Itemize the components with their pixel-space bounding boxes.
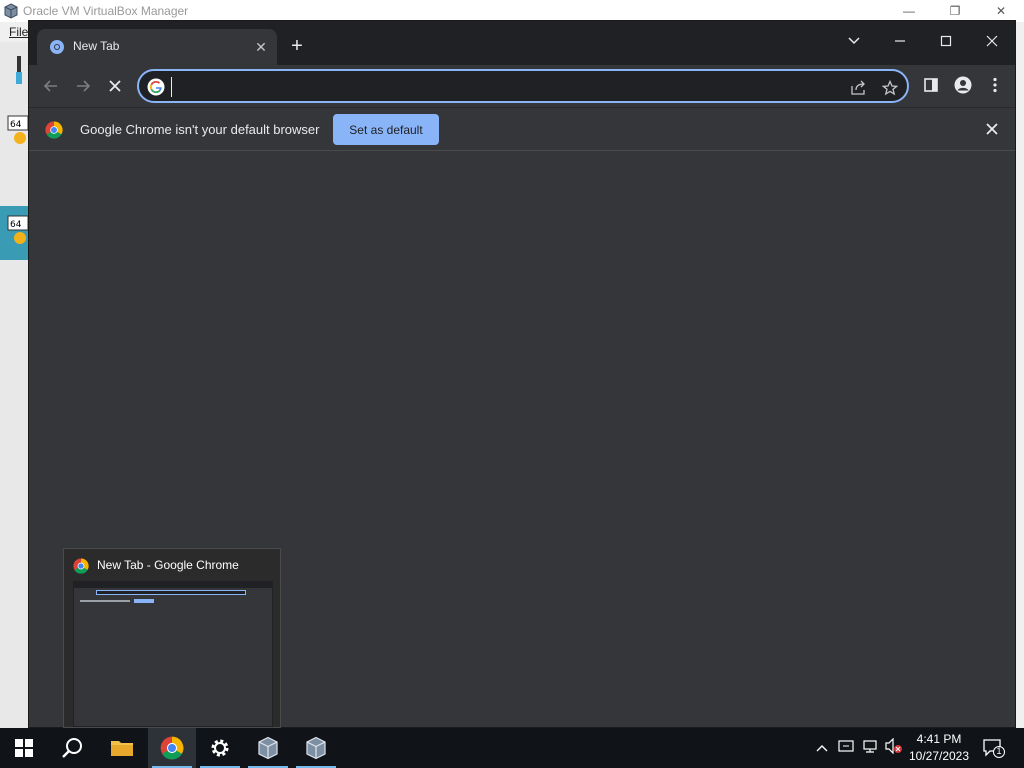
infobar-close-button[interactable] xyxy=(981,118,1003,140)
notification-count: 1 xyxy=(996,746,1002,756)
chrome-logo-icon xyxy=(160,736,184,760)
forward-button[interactable] xyxy=(69,71,97,99)
tools-icon[interactable] xyxy=(6,54,28,88)
virtualbox-machine-list: 64 64 xyxy=(0,42,30,728)
virtualbox-logo-icon xyxy=(306,736,326,760)
notification-center-icon[interactable]: 1 xyxy=(982,738,1006,758)
stop-loading-button[interactable] xyxy=(101,71,129,99)
folder-icon xyxy=(111,741,133,756)
tab-strip: New Tab ✕ + xyxy=(29,21,1015,65)
menu-file[interactable]: File xyxy=(9,25,28,39)
bookmark-star-icon[interactable] xyxy=(879,77,901,99)
virtualbox-taskbar-button[interactable] xyxy=(244,728,292,768)
windows-taskbar: 4:41 PM 10/27/2023 1 xyxy=(0,728,1024,768)
address-bar[interactable] xyxy=(137,69,909,103)
chrome-logo-icon xyxy=(73,558,89,574)
virtualbox-logo-icon xyxy=(4,3,18,19)
back-arrow-icon xyxy=(43,80,57,92)
search-button[interactable] xyxy=(48,728,96,768)
address-input[interactable] xyxy=(171,77,811,97)
infobar-message: Google Chrome isn't your default browser xyxy=(80,122,320,137)
forward-arrow-icon xyxy=(77,80,91,92)
new-tab-button[interactable]: + xyxy=(285,35,309,59)
default-browser-infobar: Google Chrome isn't your default browser… xyxy=(29,107,1015,151)
tab-close-button[interactable]: ✕ xyxy=(251,37,271,57)
virtualbox-logo-icon xyxy=(258,736,278,760)
stop-icon xyxy=(109,80,121,92)
set-as-default-button[interactable]: Set as default xyxy=(333,114,439,145)
vm-os-icon: 64 xyxy=(7,215,28,244)
windows-logo-icon xyxy=(15,739,33,757)
clock-date[interactable]: 10/27/2023 xyxy=(906,749,972,763)
virtualbox-vm-taskbar-button[interactable] xyxy=(292,728,340,768)
tab-title: New Tab xyxy=(73,39,120,53)
preview-title: New Tab - Google Chrome xyxy=(97,558,239,572)
vm-os-icon[interactable]: 64 xyxy=(6,112,28,146)
vm-list-item-selected[interactable]: 64 xyxy=(0,206,30,260)
virtualbox-restore-button[interactable]: ❐ xyxy=(932,0,978,22)
virtualbox-titlebar[interactable]: Oracle VM VirtualBox Manager — ❐ ✕ xyxy=(0,0,1024,22)
taskbar-thumbnail-preview[interactable]: New Tab - Google Chrome xyxy=(63,548,281,728)
file-explorer-button[interactable] xyxy=(98,728,146,768)
minimize-button[interactable] xyxy=(877,25,923,55)
google-g-icon xyxy=(147,78,165,96)
profile-icon[interactable] xyxy=(949,71,977,99)
svg-text:64: 64 xyxy=(10,120,22,130)
more-menu-icon[interactable] xyxy=(981,71,1009,99)
chrome-logo-icon xyxy=(45,121,63,139)
back-button[interactable] xyxy=(37,71,65,99)
settings-button[interactable] xyxy=(196,728,244,768)
virtualbox-minimize-button[interactable]: — xyxy=(886,0,932,22)
network-icon[interactable] xyxy=(860,738,880,758)
share-icon[interactable] xyxy=(847,77,869,99)
clock-time[interactable]: 4:41 PM xyxy=(906,732,972,746)
virtualbox-title: Oracle VM VirtualBox Manager xyxy=(23,4,189,18)
chrome-taskbar-button[interactable] xyxy=(148,728,196,768)
tab-search-chevron-icon[interactable] xyxy=(831,25,877,55)
show-hidden-icons-chevron-icon[interactable] xyxy=(812,738,832,758)
close-icon xyxy=(986,123,998,135)
side-panel-icon[interactable] xyxy=(917,71,945,99)
start-button[interactable] xyxy=(0,728,48,768)
svg-text:64: 64 xyxy=(10,220,22,230)
chrome-toolbar xyxy=(29,65,1015,105)
close-window-button[interactable] xyxy=(969,25,1015,55)
gear-icon xyxy=(211,739,229,757)
virtualbox-close-button[interactable]: ✕ xyxy=(978,0,1024,22)
virtualbox-menubar: File xyxy=(0,22,30,42)
tab-new-tab[interactable]: New Tab ✕ xyxy=(37,29,277,65)
search-icon xyxy=(62,738,82,758)
tray-app-icon[interactable] xyxy=(836,738,856,758)
chrome-favicon-icon xyxy=(50,40,64,54)
maximize-button[interactable] xyxy=(923,25,969,55)
volume-muted-icon[interactable] xyxy=(884,737,904,758)
preview-thumbnail xyxy=(73,581,273,727)
